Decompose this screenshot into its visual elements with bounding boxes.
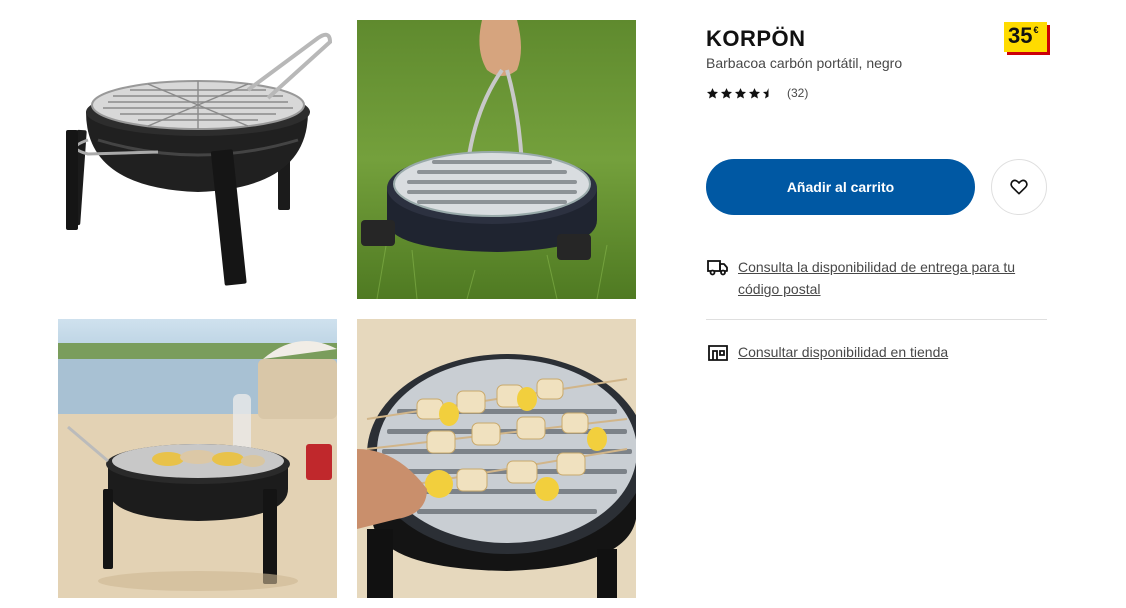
product-title: KORPÖN (706, 26, 806, 51)
grill-product-image[interactable] (58, 20, 337, 299)
store-availability: Consultar disponibilidad en tienda (706, 340, 948, 364)
grill-skewers-closeup-image[interactable] (357, 319, 636, 598)
product-gallery (58, 20, 636, 598)
store-icon (708, 345, 728, 361)
heart-icon (1010, 179, 1028, 195)
divider (706, 319, 1047, 320)
rating-stars (706, 87, 775, 100)
star-icon (748, 87, 761, 98)
store-link[interactable]: Consultar disponibilidad en tienda (738, 341, 948, 363)
delivery-link[interactable]: Consulta la disponibilidad de entrega pa… (738, 256, 1046, 300)
price-tag: 35 € (1004, 22, 1047, 52)
star-icon (706, 87, 719, 98)
grill-carried-on-grass-image[interactable] (357, 20, 636, 299)
delivery-availability: Consulta la disponibilidad de entrega pa… (706, 256, 1046, 300)
favourite-button[interactable] (991, 159, 1047, 215)
star-icon (720, 87, 733, 98)
star-half-icon (762, 87, 769, 98)
product-rating[interactable]: (32) (706, 86, 808, 100)
price-currency: € (1033, 25, 1039, 35)
grill-on-beach-image[interactable] (58, 319, 337, 598)
product-description: Barbacoa carbón portátil, negro (706, 55, 903, 71)
star-icon (734, 87, 747, 98)
product-page: KORPÖN Barbacoa carbón portátil, negro 3… (0, 0, 1126, 608)
price-integer: 35 (1008, 23, 1033, 48)
add-to-cart-button[interactable]: Añadir al carrito (706, 159, 975, 215)
review-count: (32) (787, 86, 809, 100)
truck-icon (707, 260, 728, 276)
